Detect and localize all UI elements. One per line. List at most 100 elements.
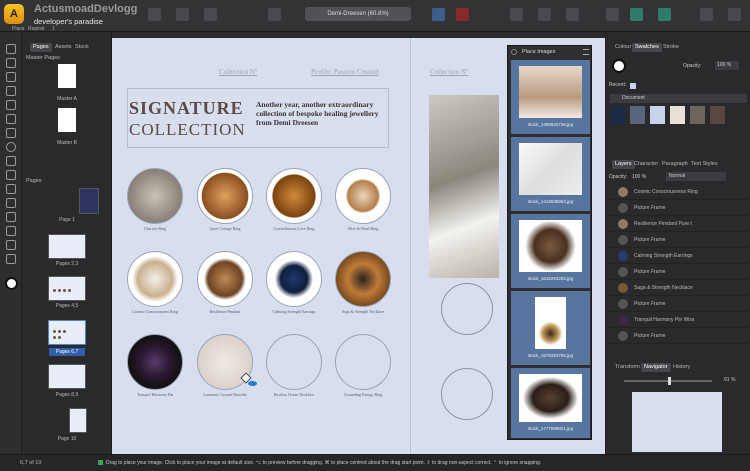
jewellery-frame-4[interactable] [335, 168, 391, 224]
empty-frame-right-2[interactable] [441, 368, 493, 420]
layer-row-10[interactable]: Picture Frame [608, 328, 749, 344]
jewellery-frame-9[interactable] [127, 334, 183, 390]
layer-thumb-icon [618, 187, 628, 197]
tab-character[interactable]: Character [631, 160, 661, 169]
layers-opacity-value[interactable]: 100 % [632, 174, 646, 180]
palette-select[interactable]: Document [610, 94, 747, 103]
blend-mode-select[interactable]: Normal [666, 172, 726, 181]
tab-colour[interactable]: Colour [612, 43, 634, 52]
toolbar-button-4[interactable] [268, 8, 281, 21]
layer-row-3[interactable]: Resilience Pendant Pure t [608, 216, 749, 232]
toolbar-button-5[interactable] [432, 8, 445, 21]
jewellery-frame-7[interactable] [266, 251, 322, 307]
swatch-4[interactable] [670, 106, 685, 124]
toolbar-button-13[interactable] [700, 8, 713, 21]
layer-row-2[interactable]: Picture Frame [608, 200, 749, 216]
layer-row-6[interactable]: Picture Frame [608, 264, 749, 280]
page-1-thumbnail[interactable] [79, 188, 99, 214]
node-tool-icon[interactable] [6, 58, 16, 68]
shape-tool-icon[interactable] [6, 170, 16, 180]
master-b-thumbnail[interactable] [58, 108, 76, 132]
jewellery-frame-5[interactable] [127, 251, 183, 307]
transparency-tool-icon[interactable] [6, 226, 16, 236]
document-title[interactable]: Demi-Dreesen (60.8%) [305, 7, 411, 21]
toolbar-button-2[interactable] [176, 8, 189, 21]
image-item-5[interactable]: stock_1777699821.jpg [511, 368, 590, 438]
model-photo[interactable] [429, 95, 499, 278]
ellipse-tool-icon[interactable] [6, 142, 16, 152]
fill-tool-icon[interactable] [6, 184, 16, 194]
toolbar-button-14[interactable] [728, 8, 741, 21]
zoom-slider-handle[interactable] [668, 377, 671, 385]
fill-swatch-icon[interactable] [612, 59, 626, 73]
place-image-tool-icon[interactable] [6, 212, 16, 222]
image-item-3[interactable]: stock_1616263253.jpg [511, 214, 590, 288]
layer-row-5[interactable]: Calming Strength Earrings [608, 248, 749, 264]
close-icon[interactable] [511, 49, 517, 55]
tab-navigator[interactable]: Navigator [641, 363, 671, 372]
jewellery-frame-3[interactable] [266, 168, 322, 224]
toolbar-button-3[interactable] [204, 8, 217, 21]
image-item-1[interactable]: stock_1388820726.jpg [511, 60, 590, 134]
crop-tool-icon[interactable] [6, 198, 16, 208]
layer-row-7[interactable]: Saga & Strength Necklace [608, 280, 749, 296]
page-10-thumbnail[interactable] [69, 408, 87, 433]
jewellery-frame-6[interactable] [197, 251, 253, 307]
zoom-tool-icon[interactable] [6, 254, 16, 264]
swatch-1[interactable] [610, 106, 625, 124]
toolbar-button-7[interactable] [510, 8, 523, 21]
image-item-4[interactable]: stock_1676283780.jpg [511, 291, 590, 365]
menu-icon[interactable] [583, 49, 589, 55]
layer-row-8[interactable]: Picture Frame [608, 296, 749, 312]
swatch-5[interactable] [690, 106, 705, 124]
pages-6-7-thumbnail[interactable] [48, 320, 86, 345]
move-tool-icon[interactable] [6, 44, 16, 54]
tab-paragraph[interactable]: Paragraph [659, 160, 691, 169]
toolbar-button-11[interactable] [630, 8, 643, 21]
toolbar-button-8[interactable] [538, 8, 551, 21]
fill-color-icon[interactable] [5, 277, 18, 290]
app-logo-icon: A [4, 4, 24, 24]
text-tool-icon[interactable] [6, 72, 16, 82]
empty-frame-right-1[interactable] [441, 283, 493, 335]
swatch-3[interactable] [650, 106, 665, 124]
opacity-field[interactable]: 100 % [715, 61, 739, 70]
layer-row-9[interactable]: Tranquil Harmony Pin Wiss [608, 312, 749, 328]
layer-row-4[interactable]: Picture Frame [608, 232, 749, 248]
pages-4-5-thumbnail[interactable] [48, 276, 86, 301]
layer-row-1[interactable]: Cosmic Consciousness Ring [608, 184, 749, 200]
tab-pages[interactable]: Pages [30, 43, 52, 52]
empty-frame-11[interactable] [266, 334, 322, 390]
page-counter[interactable]: 6,7 of 10 [20, 460, 41, 466]
swatch-6[interactable] [710, 106, 725, 124]
pages-2-3-thumbnail[interactable] [48, 234, 86, 259]
toolbar-button-1[interactable] [148, 8, 161, 21]
master-a-thumbnail[interactable] [58, 64, 76, 88]
zoom-value[interactable]: 91 % [724, 377, 735, 383]
tab-stock[interactable]: Stock [72, 43, 92, 52]
tab-text-styles[interactable]: Text Styles [688, 160, 721, 169]
toolbar-button-9[interactable] [566, 8, 579, 21]
image-item-2[interactable]: stock_1419635953.jpg [511, 137, 590, 211]
tab-transform[interactable]: Transform [612, 363, 643, 372]
toolbar-button-10[interactable] [606, 8, 619, 21]
toolbar-button-12[interactable] [658, 8, 671, 21]
tab-history[interactable]: History [670, 363, 693, 372]
picture-frame-tool-icon[interactable] [6, 156, 16, 166]
hand-tool-icon[interactable] [6, 240, 16, 250]
tab-stroke[interactable]: Stroke [660, 43, 682, 52]
jewellery-frame-8[interactable] [335, 251, 391, 307]
toolbar-button-6[interactable] [456, 8, 469, 21]
empty-frame-12[interactable] [335, 334, 391, 390]
pages-8-9-thumbnail[interactable] [48, 364, 86, 389]
recent-swatch[interactable] [630, 83, 636, 89]
table-tool-icon[interactable] [6, 100, 16, 110]
rectangle-tool-icon[interactable] [6, 128, 16, 138]
tab-swatches[interactable]: Swatches [632, 43, 662, 52]
swatch-2[interactable] [630, 106, 645, 124]
jewellery-frame-1[interactable] [127, 168, 183, 224]
navigator-preview[interactable] [632, 392, 722, 452]
frame-text-tool-icon[interactable] [6, 86, 16, 96]
jewellery-frame-2[interactable] [197, 168, 253, 224]
pen-tool-icon[interactable] [6, 114, 16, 124]
